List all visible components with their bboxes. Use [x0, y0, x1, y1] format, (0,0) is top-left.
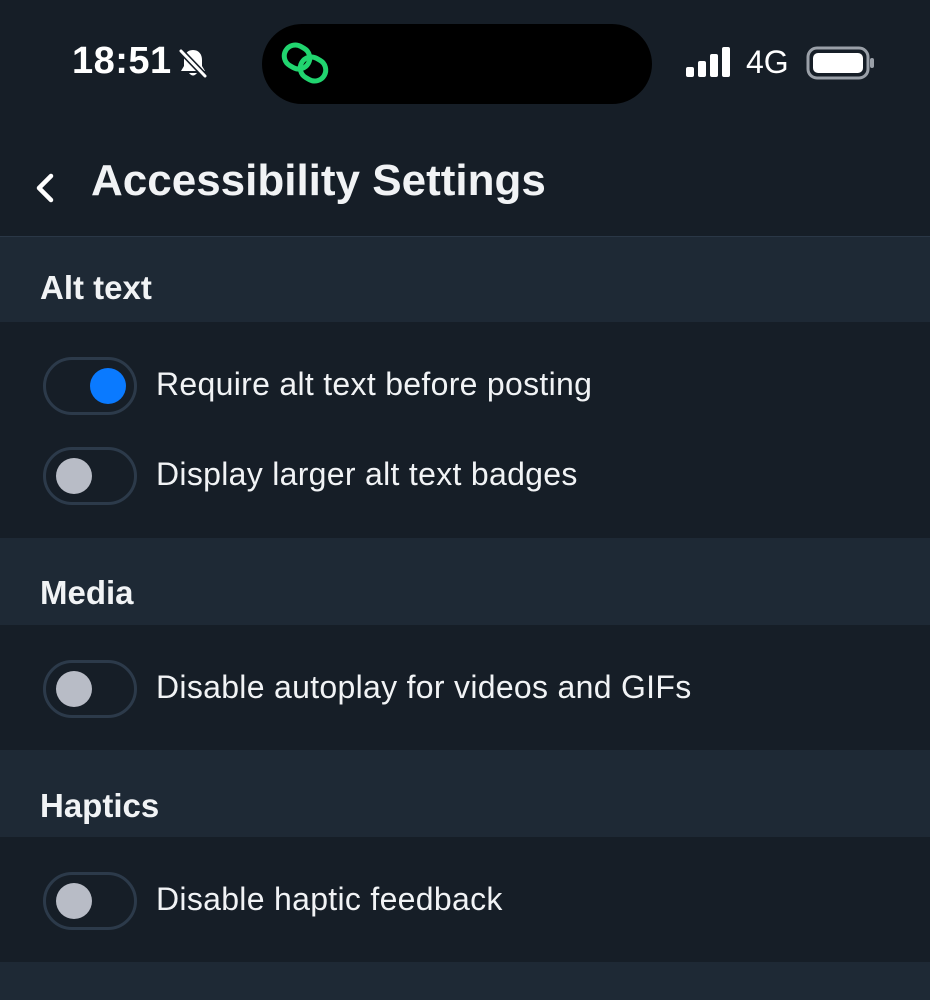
setting-row-larger-alt-badges: Display larger alt text badges [0, 430, 930, 520]
network-type: 4G [746, 44, 789, 80]
toggle-knob [90, 368, 126, 404]
section-header-media: Media [0, 538, 930, 625]
setting-row-require-alt-text: Require alt text before posting [0, 340, 930, 430]
back-button[interactable] [22, 150, 70, 216]
setting-label: Disable autoplay for videos and GIFs [156, 669, 692, 705]
chevron-left-icon [36, 173, 54, 203]
link-icon [280, 42, 332, 86]
section-header-haptics: Haptics [0, 750, 930, 837]
status-bar: 18:51 4G [0, 0, 930, 130]
page-title: Accessibility Settings [91, 156, 546, 205]
signal-icon [684, 46, 734, 78]
setting-label: Display larger alt text badges [156, 456, 578, 492]
toggle-knob [56, 458, 92, 494]
section-header-alt-text: Alt text [0, 237, 930, 322]
page-header: Accessibility Settings [0, 130, 930, 237]
setting-label: Require alt text before posting [156, 366, 593, 402]
toggle-knob [56, 883, 92, 919]
section-title: Media [40, 574, 134, 611]
battery-icon [806, 44, 876, 82]
setting-label: Disable haptic feedback [156, 881, 503, 917]
toggle-knob [56, 671, 92, 707]
setting-row-disable-haptics: Disable haptic feedback [0, 855, 930, 945]
dynamic-island [262, 24, 652, 104]
section-title: Haptics [40, 787, 160, 824]
larger-alt-badges-toggle[interactable] [43, 447, 137, 505]
require-alt-text-toggle[interactable] [43, 357, 137, 415]
status-time: 18:51 [72, 40, 172, 82]
section-title: Alt text [40, 269, 152, 306]
disable-autoplay-toggle[interactable] [43, 660, 137, 718]
section-header-next [0, 962, 930, 1000]
setting-row-disable-autoplay: Disable autoplay for videos and GIFs [0, 643, 930, 733]
bell-slash-icon [176, 46, 210, 80]
disable-haptics-toggle[interactable] [43, 872, 137, 930]
